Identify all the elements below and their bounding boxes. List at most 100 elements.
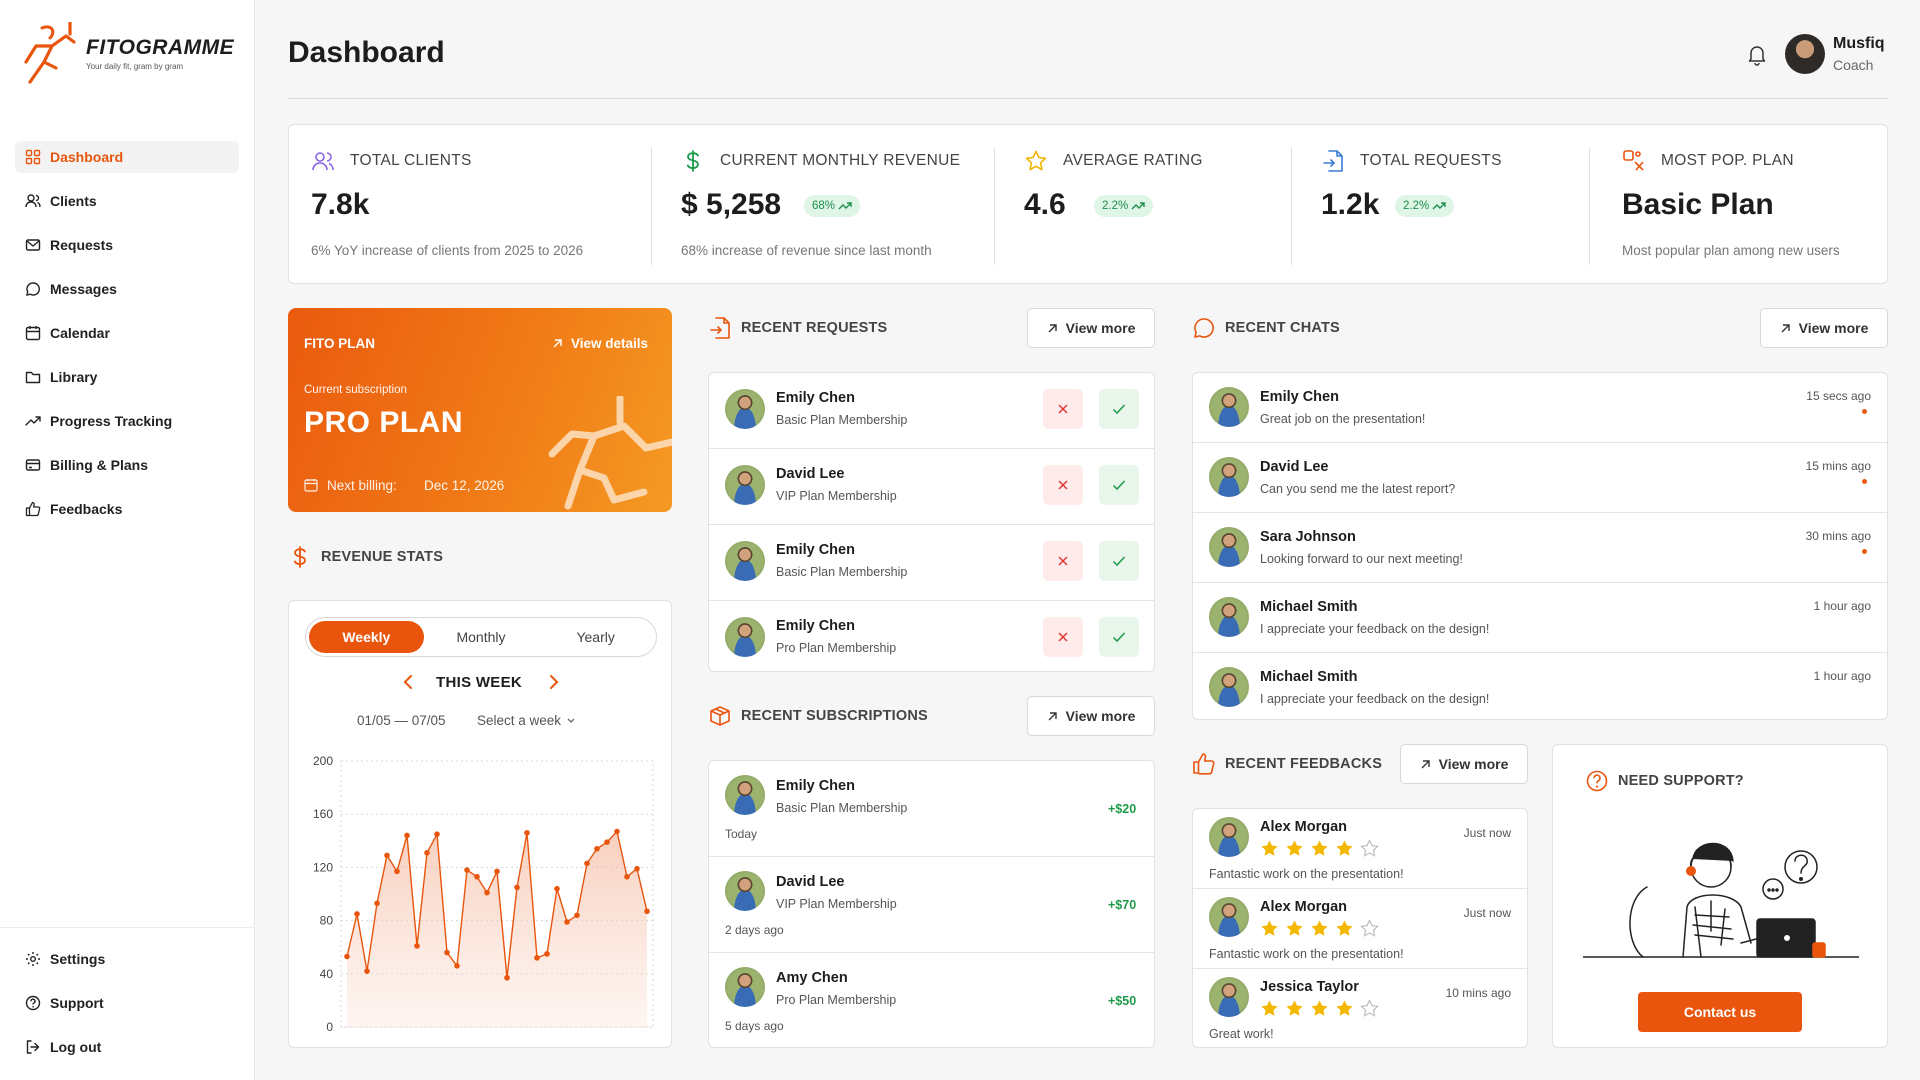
star-icon [1311,1000,1328,1016]
data-point [344,953,350,960]
grid-icon [25,149,41,165]
requester-plan: Basic Plan Membership [776,565,908,579]
avatar[interactable] [1785,34,1825,74]
calendar-icon [25,326,41,341]
section-title-text: NEED SUPPORT? [1618,773,1744,789]
chat-sender: Sara Johnson [1260,529,1356,545]
chat-sender: Emily Chen [1260,389,1339,405]
badge-text: 2.2% [1403,200,1430,212]
chevron-left-icon[interactable] [401,674,417,690]
recent-subscriptions-heading: RECENT SUBSCRIPTIONS [708,704,928,728]
chat-item[interactable]: David Lee Can you send me the latest rep… [1193,443,1887,513]
requests-view-more-button[interactable]: View more [1027,308,1155,348]
subscriptions-view-more-button[interactable]: View more [1027,696,1155,736]
data-point [634,865,640,872]
trend-up-icon [1432,202,1446,210]
list-item: Emily Chen Basic Plan Membership +$20 To… [709,761,1154,857]
sidebar-item-logout[interactable]: Log out [15,1031,239,1063]
data-point [564,919,570,925]
tab-weekly[interactable]: Weekly [309,621,424,653]
sidebar-item-dashboard[interactable]: Dashboard [15,141,239,173]
feedbacks-view-more-button[interactable]: View more [1400,744,1528,784]
approve-button[interactable] [1099,541,1139,581]
reject-button[interactable] [1043,389,1083,429]
sidebar-item-label: Library [50,369,98,385]
sidebar-item-library[interactable]: Library [15,361,239,393]
reject-button[interactable] [1043,465,1083,505]
data-point [364,968,370,974]
chat-item[interactable]: Michael Smith I appreciate your feedback… [1193,653,1887,719]
chat-sender: David Lee [1260,459,1329,475]
y-tick-label: 0 [326,1020,333,1034]
data-point [494,868,500,875]
data-point [504,974,510,981]
runner-watermark-icon [548,396,672,510]
close-icon [1058,632,1068,642]
recent-chats-list: Emily Chen Great job on the presentation… [1192,372,1888,720]
reject-button[interactable] [1043,541,1083,581]
chats-view-more-button[interactable]: View more [1760,308,1888,348]
reject-button[interactable] [1043,617,1083,657]
arrow-up-right-icon [1048,323,1057,332]
stat-average-rating: AVERAGE RATING 4.6 2.2% [1024,125,1314,285]
trend-icon [25,416,41,426]
chat-item[interactable]: Emily Chen Great job on the presentation… [1193,373,1887,443]
bell-icon[interactable] [1745,42,1769,66]
avatar [725,775,765,815]
badge-text: 68% [812,200,836,212]
stat-divider [1291,147,1292,265]
growth-badge: 68% [804,195,861,217]
feedback-author: Alex Morgan [1260,899,1348,915]
sidebar-nav: Dashboard Clients Requests Messages Cale… [15,141,239,537]
stat-value: Basic Plan [1622,188,1774,221]
sidebar-item-label: Calendar [50,325,110,341]
plan-card-title: FITO PLAN [304,336,376,351]
data-point [594,845,600,852]
dollar-icon [293,546,306,568]
chat-item[interactable]: Sara Johnson Looking forward to our next… [1193,513,1887,583]
star-icon [1286,920,1303,936]
approve-button[interactable] [1099,389,1139,429]
badge-text: 2.2% [1102,200,1129,212]
check-icon [1112,556,1126,567]
contact-us-button[interactable]: Contact us [1638,992,1802,1032]
unread-indicator [1862,409,1867,414]
sidebar-item-clients[interactable]: Clients [15,185,239,217]
sidebar-item-feedbacks[interactable]: Feedbacks [15,493,239,525]
data-point [544,951,550,957]
sidebar-item-requests[interactable]: Requests [15,229,239,261]
folder-icon [25,371,41,384]
chat-sender: Michael Smith [1260,669,1358,685]
sidebar-item-label: Log out [50,1039,102,1055]
stat-value: $ 5,258 [681,188,782,221]
sidebar-item-progress-tracking[interactable]: Progress Tracking [15,405,239,437]
view-details-link[interactable]: View details [552,336,648,351]
approve-button[interactable] [1099,465,1139,505]
chat-time: 15 secs ago [1806,389,1871,403]
data-point [604,839,610,845]
sidebar-item-support[interactable]: Support [15,987,239,1019]
sidebar-item-calendar[interactable]: Calendar [15,317,239,349]
chat-icon [26,282,40,296]
approve-button[interactable] [1099,617,1139,657]
avatar [1209,387,1249,427]
chat-time: 15 mins ago [1805,459,1871,473]
brand-logo[interactable]: FITOGRAMME Your daily fit, gram by gram [22,22,237,92]
select-week-dropdown[interactable]: Select a week [477,713,575,728]
tab-yearly[interactable]: Yearly [538,621,653,653]
chat-message: Can you send me the latest report? [1260,482,1456,496]
revenue-area [347,831,647,1027]
stat-label: TOTAL CLIENTS [350,152,472,169]
subscriber-name: Emily Chen [776,778,855,794]
chevron-right-icon[interactable] [545,674,561,690]
sidebar-item-label: Dashboard [50,149,124,165]
view-more-label: View more [1798,320,1869,336]
user-name: Musfiq [1833,35,1885,52]
tab-monthly[interactable]: Monthly [424,621,539,653]
thumbs-up-icon [25,501,41,517]
sidebar-item-settings[interactable]: Settings [15,943,239,975]
sidebar-item-messages[interactable]: Messages [15,273,239,305]
view-more-label: View more [1065,320,1136,336]
chat-item[interactable]: Michael Smith I appreciate your feedback… [1193,583,1887,653]
sidebar-item-billing-plans[interactable]: Billing & Plans [15,449,239,481]
